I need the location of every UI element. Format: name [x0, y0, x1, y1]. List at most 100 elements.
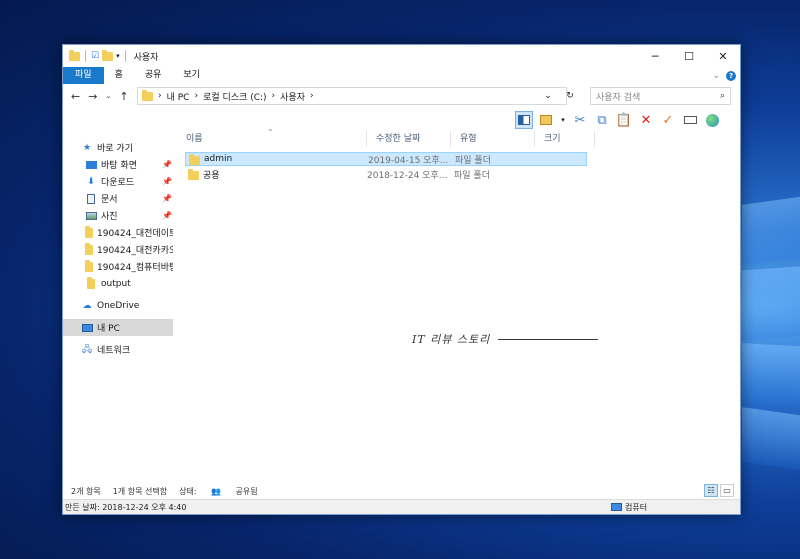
file-name: admin [204, 154, 233, 164]
search-icon: ⌕ [719, 91, 725, 101]
document-icon [85, 193, 97, 204]
file-explorer-window: ☑ ▾ 사용자 ─ ☐ ✕ 파일 홈 공유 보기 ⌄ ? ← → ⌄ ↑ › 내… [62, 44, 741, 515]
checkmark-icon[interactable]: ✓ [659, 111, 677, 129]
column-header-size[interactable]: 크기 [535, 131, 595, 147]
search-box[interactable]: 사용자 검색 ⌕ [590, 87, 731, 105]
star-icon: ★ [82, 142, 92, 153]
copy-icon[interactable]: ⧉ [593, 111, 611, 129]
folder-icon [142, 89, 153, 101]
sidebar-item-output[interactable]: output [85, 275, 173, 292]
chevron-right-icon: › [194, 91, 199, 101]
table-row[interactable]: 공용 2018-12-24 오후... 파일 폴더 [185, 167, 587, 181]
search-input[interactable]: 사용자 검색 [596, 90, 640, 103]
properties-icon[interactable]: ☑ [91, 51, 99, 61]
help-icon[interactable]: ? [726, 70, 736, 81]
location-label: 컴퓨터 [625, 502, 648, 512]
globe-icon[interactable] [703, 111, 721, 129]
pin-icon[interactable]: 📌 [162, 177, 172, 186]
chevron-right-icon: › [158, 91, 162, 101]
address-bar-row: ← → ⌄ ↑ › 내 PC › 로컬 디스크 (C:) › 사용자 › ⌄ ↻… [63, 85, 740, 107]
sidebar-item-label: 다운로드 [101, 178, 135, 188]
sidebar-item-label: 190424_대전데이트 [97, 229, 173, 239]
sidebar-item-desktop[interactable]: 바탕 화면 📌 [85, 156, 173, 173]
chevron-down-icon[interactable]: ▾ [116, 52, 120, 60]
wallpaper-light-beam [742, 343, 800, 407]
file-list: 이름 ⌃ 수정한 날짜 유형 크기 admin 2019-04-15 오후...… [177, 128, 740, 483]
cloud-icon: ☁ [82, 300, 92, 311]
sidebar-item-folder[interactable]: 190424_컴퓨터바탕 [85, 258, 173, 275]
sidebar-item-quick-access[interactable]: ★ 바로 가기 [81, 139, 191, 156]
pictures-icon [85, 211, 97, 221]
back-arrow-icon[interactable]: ← [71, 90, 80, 103]
sidebar-item-onedrive[interactable]: ☁ OneDrive [81, 297, 173, 314]
address-input[interactable]: › 내 PC › 로컬 디스크 (C:) › 사용자 › [137, 87, 567, 105]
sidebar-item-label: 바탕 화면 [101, 161, 137, 171]
new-folder-icon[interactable] [102, 49, 114, 61]
breadcrumb-pc[interactable]: 내 PC [167, 90, 190, 103]
paste-icon[interactable]: 📋 [615, 111, 633, 129]
details-view-icon[interactable]: ☷ [704, 484, 718, 497]
sidebar-item-downloads[interactable]: ⬇ 다운로드 📌 [85, 173, 173, 190]
folder-icon [189, 153, 200, 165]
watermark-line [498, 338, 599, 340]
forward-arrow-icon[interactable]: → [88, 90, 97, 103]
folder-icon [85, 276, 97, 289]
sidebar-item-this-pc[interactable]: 내 PC [63, 319, 173, 336]
table-row[interactable]: admin 2019-04-15 오후... 파일 폴더 [185, 152, 587, 166]
sidebar-item-label: 사진 [101, 212, 118, 222]
chevron-down-icon[interactable]: ▾ [559, 111, 567, 129]
chevron-right-icon: › [271, 91, 276, 101]
pin-icon[interactable]: 📌 [162, 211, 172, 220]
column-header-date[interactable]: 수정한 날짜 [367, 131, 451, 147]
breadcrumb-drive[interactable]: 로컬 디스크 (C:) [203, 90, 266, 103]
sidebar-item-folder[interactable]: 190424_대전카카오 [85, 241, 173, 258]
tab-file[interactable]: 파일 [63, 67, 104, 84]
up-arrow-icon[interactable]: ↑ [119, 90, 128, 103]
address-actions: ⌄ ↻ [537, 87, 581, 105]
title-bar: ☑ ▾ 사용자 ─ ☐ ✕ [63, 45, 740, 67]
tab-share[interactable]: 공유 [134, 67, 173, 84]
folder-icon [85, 225, 93, 238]
status-bar: 2개 항목 1개 항목 선택함 상태: 👥 공유됨 ☷ ▭ [63, 483, 740, 499]
wallpaper-light-beam [742, 265, 800, 341]
cut-icon[interactable]: ✂ [571, 111, 589, 129]
file-name: 공용 [203, 170, 220, 181]
sidebar-item-network[interactable]: 🖧 네트워크 [81, 341, 173, 358]
quick-access-toolbar: ☑ ▾ [63, 49, 128, 62]
change-view-icon[interactable] [537, 111, 555, 129]
created-date: 만든 날짜: 2018-12-24 오후 4:40 [65, 502, 187, 512]
rename-icon[interactable] [681, 111, 699, 129]
state-label: 상태: [179, 486, 197, 496]
sidebar-item-folder[interactable]: 190424_대전데이트 [85, 224, 173, 241]
expand-ribbon-icon[interactable]: ⌄ [712, 71, 720, 81]
details-bar: 만든 날짜: 2018-12-24 오후 4:40 컴퓨터 [63, 499, 740, 514]
tab-view[interactable]: 보기 [172, 67, 211, 84]
recent-locations-icon[interactable]: ⌄ [105, 92, 111, 100]
users-icon: 👥 [211, 486, 221, 496]
sidebar-item-label: output [101, 278, 131, 289]
pin-icon[interactable]: 📌 [162, 194, 172, 203]
item-count: 2개 항목 [71, 486, 101, 496]
refresh-icon[interactable]: ↻ [566, 91, 574, 101]
sidebar-item-label: 190424_대전카카오 [97, 246, 173, 256]
preview-pane-icon[interactable] [515, 111, 533, 129]
network-icon: 🖧 [81, 344, 93, 355]
sidebar-item-pictures[interactable]: 사진 📌 [85, 207, 173, 224]
large-icons-view-icon[interactable]: ▭ [720, 484, 734, 497]
sidebar-item-documents[interactable]: 문서 📌 [85, 190, 173, 207]
sidebar-item-label: 190424_컴퓨터바탕 [97, 263, 173, 273]
tab-home[interactable]: 홈 [104, 67, 134, 84]
delete-icon[interactable]: ✕ [637, 111, 655, 129]
pin-icon[interactable]: 📌 [162, 160, 172, 169]
column-header-name[interactable]: 이름 ⌃ [177, 128, 367, 147]
maximize-button[interactable]: ☐ [672, 45, 706, 67]
ribbon-tabs: 파일 홈 공유 보기 ⌄ ? [63, 67, 740, 84]
address-dropdown-icon[interactable]: ⌄ [544, 91, 552, 101]
navigation-buttons: ← → ⌄ ↑ [63, 90, 137, 103]
column-header-type[interactable]: 유형 [451, 131, 535, 147]
close-button[interactable]: ✕ [706, 45, 740, 67]
folder-icon [69, 49, 80, 61]
minimize-button[interactable]: ─ [638, 45, 672, 67]
desktop-icon [85, 160, 97, 170]
breadcrumb-users[interactable]: 사용자 [280, 90, 305, 103]
